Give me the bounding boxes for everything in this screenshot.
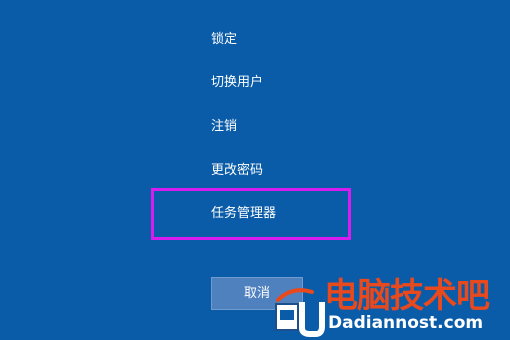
menu-item-lock[interactable]: 锁定 (211, 32, 237, 48)
menu-item-change-password[interactable]: 更改密码 (211, 163, 263, 179)
watermark-text-cn: 电脑技术吧 (324, 276, 490, 316)
watermark-logo-icon (275, 288, 325, 337)
watermark: 电脑技术吧 Dadiannost.com (272, 276, 510, 340)
watermark-text-en: Dadiannost.com (328, 313, 484, 333)
menu-item-switch-user[interactable]: 切换用户 (211, 75, 263, 91)
task-manager-highlight-box (151, 188, 351, 240)
menu-item-sign-out[interactable]: 注销 (211, 119, 237, 135)
